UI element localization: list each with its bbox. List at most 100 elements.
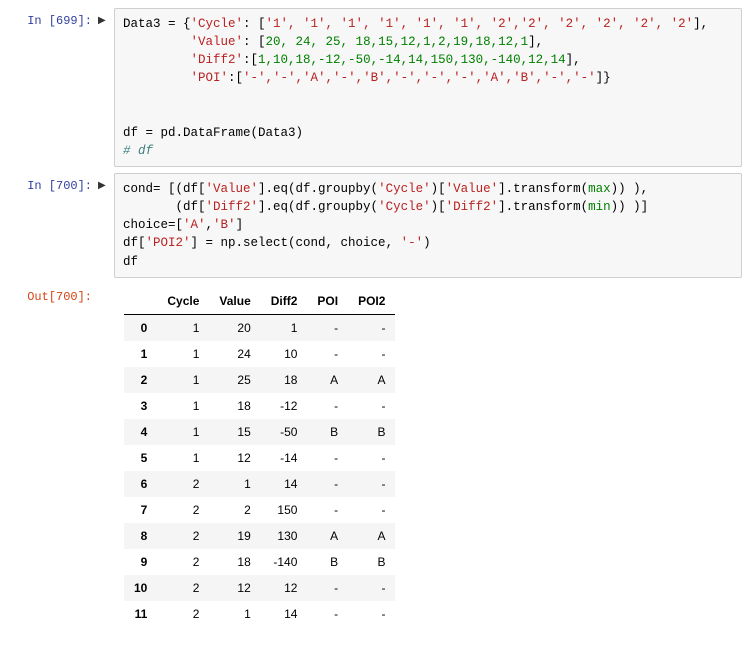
table-cell: -50 bbox=[261, 419, 308, 445]
index-header bbox=[124, 288, 157, 315]
run-icon: ▶ bbox=[98, 14, 114, 28]
col-header: Value bbox=[209, 288, 260, 315]
row-index: 6 bbox=[124, 471, 157, 497]
table-cell: -12 bbox=[261, 393, 308, 419]
table-cell: -14 bbox=[261, 445, 308, 471]
table-cell: - bbox=[307, 314, 348, 341]
table-cell: - bbox=[307, 601, 348, 627]
row-index: 4 bbox=[124, 419, 157, 445]
table-cell: 18 bbox=[209, 393, 260, 419]
table-cell: 2 bbox=[157, 471, 209, 497]
table-cell: - bbox=[348, 393, 395, 419]
table-cell: 18 bbox=[209, 549, 260, 575]
code-input-700[interactable]: cond= [(df['Value'].eq(df.groupby('Cycle… bbox=[114, 173, 742, 278]
table-cell: - bbox=[307, 575, 348, 601]
table-row: 722150-- bbox=[124, 497, 395, 523]
table-cell: 2 bbox=[157, 549, 209, 575]
table-cell: 1 bbox=[261, 314, 308, 341]
table-cell: 2 bbox=[157, 523, 209, 549]
table-cell: - bbox=[348, 497, 395, 523]
run-button-area-700[interactable]: ▶ bbox=[98, 173, 114, 278]
table-cell: 1 bbox=[209, 471, 260, 497]
code-cell-700: In [700]: ▶ cond= [(df['Value'].eq(df.gr… bbox=[8, 173, 742, 278]
table-cell: B bbox=[348, 549, 395, 575]
table-row: 112410-- bbox=[124, 341, 395, 367]
table-cell: 24 bbox=[209, 341, 260, 367]
col-header: POI2 bbox=[348, 288, 395, 315]
table-cell: 14 bbox=[261, 601, 308, 627]
table-cell: 15 bbox=[209, 419, 260, 445]
table-cell: - bbox=[348, 601, 395, 627]
table-cell: - bbox=[307, 497, 348, 523]
row-index: 8 bbox=[124, 523, 157, 549]
table-row: 9218-140BB bbox=[124, 549, 395, 575]
table-cell: - bbox=[307, 393, 348, 419]
table-cell: - bbox=[348, 341, 395, 367]
table-cell: - bbox=[307, 341, 348, 367]
table-row: 8219130AA bbox=[124, 523, 395, 549]
row-index: 2 bbox=[124, 367, 157, 393]
output-area-700: Cycle Value Diff2 POI POI2 01201--112410… bbox=[114, 284, 742, 631]
table-cell: 2 bbox=[209, 497, 260, 523]
table-cell: 12 bbox=[209, 445, 260, 471]
row-index: 11 bbox=[124, 601, 157, 627]
col-header: Cycle bbox=[157, 288, 209, 315]
table-row: 1021212-- bbox=[124, 575, 395, 601]
table-cell: - bbox=[348, 314, 395, 341]
table-cell: 2 bbox=[157, 497, 209, 523]
table-cell: -140 bbox=[261, 549, 308, 575]
table-cell: - bbox=[348, 575, 395, 601]
code-input-699[interactable]: Data3 = {'Cycle': ['1', '1', '1', '1', '… bbox=[114, 8, 742, 167]
input-prompt-700: In [700]: bbox=[8, 173, 98, 278]
table-cell: A bbox=[348, 523, 395, 549]
input-prompt-699: In [699]: bbox=[8, 8, 98, 167]
table-cell: A bbox=[348, 367, 395, 393]
table-header-row: Cycle Value Diff2 POI POI2 bbox=[124, 288, 395, 315]
col-header: Diff2 bbox=[261, 288, 308, 315]
output-cell-700: Out[700]: Cycle Value Diff2 POI POI2 012… bbox=[8, 284, 742, 631]
run-icon: ▶ bbox=[98, 179, 114, 193]
table-cell: 2 bbox=[157, 601, 209, 627]
table-cell: - bbox=[348, 471, 395, 497]
table-cell: 14 bbox=[261, 471, 308, 497]
table-row: 01201-- bbox=[124, 314, 395, 341]
table-cell: 1 bbox=[157, 341, 209, 367]
row-index: 9 bbox=[124, 549, 157, 575]
row-index: 1 bbox=[124, 341, 157, 367]
run-button-area-699[interactable]: ▶ bbox=[98, 8, 114, 167]
row-index: 10 bbox=[124, 575, 157, 601]
table-cell: 10 bbox=[261, 341, 308, 367]
row-index: 7 bbox=[124, 497, 157, 523]
table-cell: - bbox=[307, 445, 348, 471]
table-cell: B bbox=[307, 549, 348, 575]
table-cell: B bbox=[348, 419, 395, 445]
table-cell: 12 bbox=[261, 575, 308, 601]
table-cell: 2 bbox=[157, 575, 209, 601]
table-row: 62114-- bbox=[124, 471, 395, 497]
table-cell: 1 bbox=[157, 445, 209, 471]
table-row: 4115-50BB bbox=[124, 419, 395, 445]
row-index: 0 bbox=[124, 314, 157, 341]
table-cell: 1 bbox=[209, 601, 260, 627]
table-row: 112114-- bbox=[124, 601, 395, 627]
table-cell: 25 bbox=[209, 367, 260, 393]
table-cell: 20 bbox=[209, 314, 260, 341]
table-cell: 1 bbox=[157, 314, 209, 341]
table-cell: 130 bbox=[261, 523, 308, 549]
code-cell-699: In [699]: ▶ Data3 = {'Cycle': ['1', '1',… bbox=[8, 8, 742, 167]
table-cell: 1 bbox=[157, 419, 209, 445]
table-cell: B bbox=[307, 419, 348, 445]
table-row: 212518AA bbox=[124, 367, 395, 393]
table-row: 5112-14-- bbox=[124, 445, 395, 471]
table-cell: A bbox=[307, 367, 348, 393]
table-row: 3118-12-- bbox=[124, 393, 395, 419]
table-cell: 1 bbox=[157, 367, 209, 393]
table-cell: 1 bbox=[157, 393, 209, 419]
row-index: 5 bbox=[124, 445, 157, 471]
col-header: POI bbox=[307, 288, 348, 315]
table-cell: 12 bbox=[209, 575, 260, 601]
table-cell: - bbox=[307, 471, 348, 497]
table-cell: 150 bbox=[261, 497, 308, 523]
table-cell: 19 bbox=[209, 523, 260, 549]
table-cell: 18 bbox=[261, 367, 308, 393]
